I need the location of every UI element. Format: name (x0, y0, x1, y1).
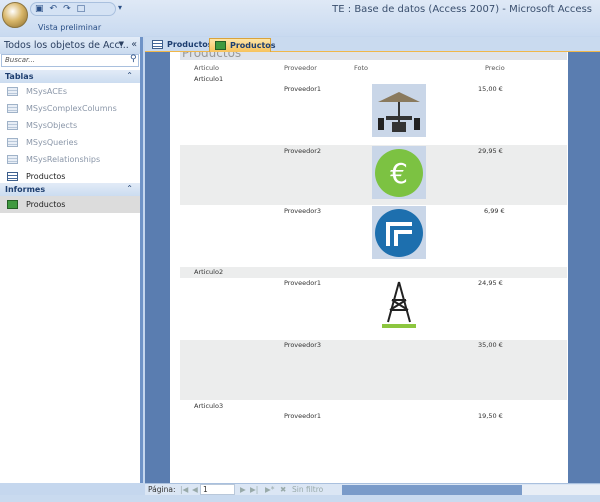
group-articulo: Articulo3 (194, 402, 224, 410)
column-header-proveedor: Proveedor (284, 64, 317, 72)
next-page-button[interactable]: ▶ (240, 485, 246, 494)
tab-productos-report[interactable]: Productos (209, 38, 276, 52)
item-label: MSysACEs (26, 87, 68, 96)
photo-umbrella-table (372, 84, 426, 137)
collapse-icon[interactable]: ⌃ (126, 71, 133, 80)
row-precio: 29,95 € (478, 147, 503, 155)
row-band (180, 340, 567, 400)
row-proveedor: Proveedor1 (284, 412, 322, 420)
horizontal-scrollbar[interactable] (342, 485, 600, 495)
chevron-down-icon[interactable]: ▼ (119, 40, 124, 48)
page-label: Página: (148, 485, 176, 494)
photo-euro-icon: € (372, 146, 426, 199)
svg-text:€: € (390, 157, 408, 190)
last-page-button[interactable]: ▶| (250, 485, 258, 494)
item-label: MSysObjects (26, 121, 78, 130)
ribbon-tab-print-preview[interactable]: Vista preliminar (38, 23, 101, 32)
new-record-button[interactable]: ▶* (265, 485, 275, 494)
nav-item-msysaces[interactable]: MSysACEs (0, 83, 140, 100)
filter-icon: ✖ (280, 485, 287, 494)
photo-tower-icon (372, 278, 426, 331)
quick-access-toolbar: ▣ ↶ ↷ □ (30, 2, 116, 16)
tab-label: Productos (230, 41, 276, 50)
title-bar: ▣ ↶ ↷ □ ▾ TE : Base de datos (Access 200… (0, 0, 600, 36)
column-header-foto: Foto (354, 64, 369, 72)
nav-item-msysrelationships[interactable]: MSysRelationships (0, 151, 140, 168)
photo-blue-logo (372, 206, 426, 259)
table-icon (7, 172, 18, 181)
nav-item-msyscomplexcolumns[interactable]: MSysComplexColumns (0, 100, 140, 117)
group-articulo: Articulo2 (194, 268, 224, 276)
row-proveedor: Proveedor2 (284, 147, 322, 155)
window-title: TE : Base de datos (Access 2007) - Micro… (332, 4, 592, 15)
table-icon (7, 155, 18, 164)
navigation-pane: Todos los objetos de Acc... ▼ « Buscar..… (0, 37, 143, 483)
save-icon[interactable]: ▣ (35, 4, 44, 14)
row-precio: 19,50 € (478, 412, 503, 420)
row-precio: 24,95 € (478, 279, 503, 287)
group-band (180, 267, 567, 278)
nav-item-msysqueries[interactable]: MSysQueries (0, 134, 140, 151)
group-informes[interactable]: Informes ⌃ (0, 183, 140, 196)
item-label: MSysComplexColumns (26, 104, 117, 113)
undo-icon[interactable]: ↶ (50, 4, 58, 14)
nav-item-productos-report[interactable]: Productos (0, 196, 140, 213)
tab-productos-table[interactable]: Productos (147, 38, 213, 52)
filter-status-button[interactable]: Sin filtro (292, 485, 323, 494)
row-proveedor: Proveedor1 (284, 279, 322, 287)
document-tabs: Productos Productos (145, 37, 600, 52)
column-header-articulo: Articulo (194, 64, 219, 72)
item-label: MSysRelationships (26, 155, 101, 164)
row-precio: 35,00 € (478, 341, 503, 349)
previous-page-button[interactable]: ◀ (192, 485, 198, 494)
customize-toolbar-icon[interactable]: ▾ (118, 3, 122, 12)
row-proveedor: Proveedor1 (284, 85, 322, 93)
office-button[interactable] (2, 2, 28, 28)
table-icon (152, 40, 163, 49)
report-title: Productos (182, 52, 242, 60)
group-tablas[interactable]: Tablas ⌃ (0, 70, 140, 83)
first-page-button[interactable]: |◀ (180, 485, 188, 494)
column-header-precio: Precio (485, 64, 505, 72)
row-precio: 6,99 € (484, 207, 505, 215)
group-articulo: Articulo1 (194, 75, 224, 83)
table-icon (7, 138, 18, 147)
nav-pane-title: Todos los objetos de Acc... (4, 40, 129, 51)
nav-pane-header[interactable]: Todos los objetos de Acc... ▼ « (0, 37, 140, 54)
row-precio: 15,00 € (478, 85, 503, 93)
report-icon (215, 41, 226, 50)
collapse-pane-icon[interactable]: « (131, 39, 137, 50)
redo-icon[interactable]: ↷ (63, 4, 71, 14)
record-navigation-bar: Página: |◀ ◀ 1 ▶ ▶| ▶* ✖ Sin filtro (145, 483, 600, 495)
scrollbar-thumb[interactable] (342, 485, 522, 495)
document-area: Productos Productos Productos Articulo P… (145, 37, 600, 483)
row-proveedor: Proveedor3 (284, 341, 322, 349)
collapse-icon[interactable]: ⌃ (126, 184, 133, 193)
table-icon (7, 121, 18, 130)
row-proveedor: Proveedor3 (284, 207, 322, 215)
page-number-input[interactable]: 1 (200, 484, 235, 495)
search-icon[interactable]: ⚲ (130, 54, 137, 64)
status-bar (0, 495, 600, 502)
new-document-icon[interactable]: □ (77, 4, 86, 14)
tab-label: Productos (167, 40, 213, 49)
report-page[interactable]: Productos Articulo Proveedor Foto Precio… (170, 52, 568, 483)
group-label: Tablas (5, 72, 34, 81)
report-icon (7, 200, 18, 209)
nav-item-msysobjects[interactable]: MSysObjects (0, 117, 140, 134)
group-label: Informes (5, 185, 46, 194)
search-input[interactable]: Buscar... (1, 54, 139, 67)
table-icon (7, 104, 18, 113)
item-label: Productos (26, 200, 66, 209)
item-label: Productos (26, 172, 66, 181)
vertical-scrollbar[interactable] (578, 52, 590, 483)
table-icon (7, 87, 18, 96)
item-label: MSysQueries (26, 138, 78, 147)
